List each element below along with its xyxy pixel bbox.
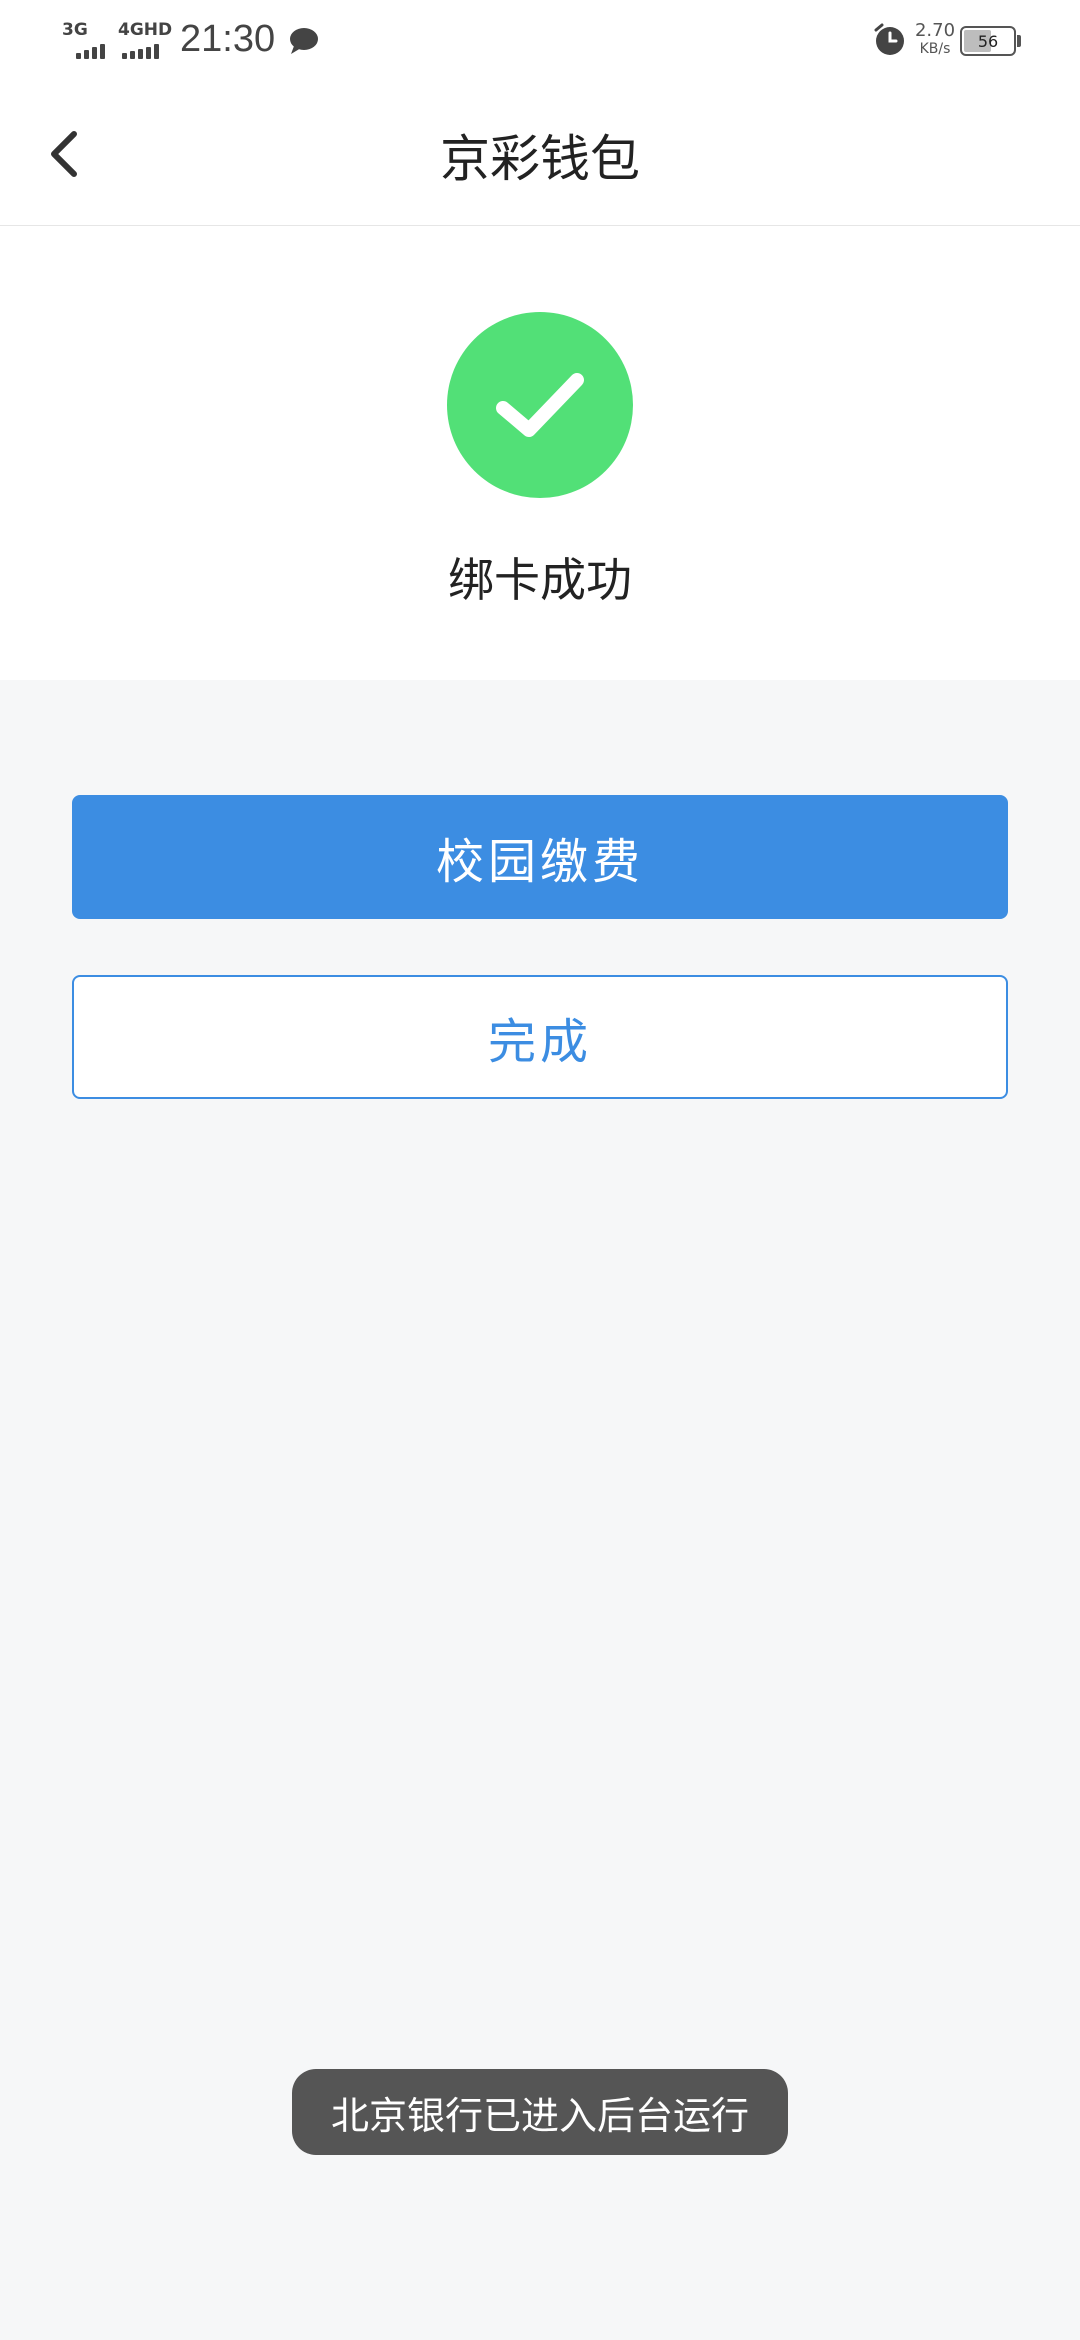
- page-title: 京彩钱包: [440, 130, 640, 188]
- signal-bars-icon: [76, 44, 105, 59]
- status-bar: 3G 4GHD 21:30 2.70 KB/s 56: [0, 0, 1080, 84]
- battery-icon: 56: [960, 26, 1016, 56]
- alarm-icon: [874, 23, 904, 55]
- done-button[interactable]: 完成: [72, 975, 1008, 1099]
- app-header: 京彩钱包: [0, 84, 1080, 226]
- battery-tip: [1017, 35, 1021, 47]
- signal-4g-label: 4GHD: [118, 20, 173, 40]
- check-circle-icon: [447, 312, 633, 498]
- success-message: 绑卡成功: [448, 553, 632, 607]
- result-panel: 绑卡成功: [0, 226, 1080, 680]
- campus-payment-button[interactable]: 校园缴费: [72, 795, 1008, 919]
- clock: 21:30: [180, 18, 276, 60]
- page: 3G 4GHD 21:30 2.70 KB/s 56 京彩钱包 绑卡成功 校园缴…: [0, 0, 1080, 2340]
- battery-level: 56: [977, 31, 999, 51]
- message-icon: [290, 28, 318, 54]
- network-speed-unit: KB/s: [919, 41, 951, 57]
- network-speed-value: 2.70: [914, 20, 956, 41]
- toast-message: 北京银行已进入后台运行: [292, 2069, 788, 2155]
- signal-bars-icon: [122, 44, 159, 59]
- checkmark-icon: [496, 373, 584, 437]
- network-speed: 2.70 KB/s: [912, 20, 958, 57]
- signal-3g-label: 3G: [62, 20, 88, 40]
